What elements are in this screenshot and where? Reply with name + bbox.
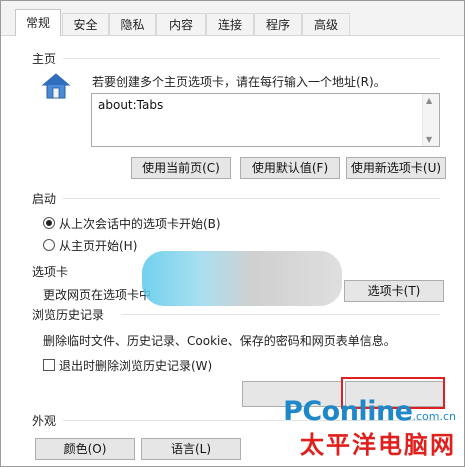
startup-section-title: 启动 — [32, 192, 57, 206]
watermark-domain: .com.cn — [412, 410, 456, 423]
tabs-section-title: 选项卡 — [32, 265, 69, 279]
homepage-address-value: about:Tabs — [98, 98, 164, 112]
watermark-brand: PConline — [283, 396, 413, 427]
watermark-chinese-name: 太平洋电脑网 — [300, 430, 456, 459]
tabs-settings-button[interactable]: 选项卡(T) — [344, 280, 444, 302]
tab-privacy[interactable]: 隐私 — [109, 13, 156, 35]
tab-security[interactable]: 安全 — [62, 13, 109, 35]
startup-last-session-radio[interactable] — [43, 217, 55, 229]
homepage-section-title: 主页 — [32, 52, 57, 66]
scroll-up-icon[interactable]: ▲ — [426, 96, 432, 105]
startup-last-session-label: 从上次会话中的选项卡开始(B) — [59, 217, 221, 231]
use-current-page-button[interactable]: 使用当前页(C) — [131, 157, 231, 179]
scroll-down-icon[interactable]: ▼ — [426, 135, 432, 144]
homepage-description: 若要创建多个主页选项卡，请在每行输入一个地址(R)。 — [92, 75, 386, 89]
history-divider — [121, 314, 440, 315]
appearance-section-title: 外观 — [32, 414, 57, 428]
history-description: 删除临时文件、历史记录、Cookie、保存的密码和网页表单信息。 — [43, 334, 396, 348]
tabs-section-description: 更改网页在选项卡中 — [43, 288, 152, 302]
startup-home-radio[interactable] — [43, 239, 55, 251]
startup-home-label: 从主页开始(H) — [59, 239, 138, 253]
internet-options-dialog: 常规 安全 隐私 内容 连接 程序 高级 主页 若要创建多个主页选项卡，请在每行… — [0, 0, 465, 467]
homepage-divider — [63, 58, 440, 59]
tab-general[interactable]: 常规 — [15, 9, 61, 36]
pconline-watermark: PConline.com.cn 太平洋电脑网 — [283, 396, 456, 460]
use-default-button[interactable]: 使用默认值(F) — [240, 157, 340, 179]
delete-on-exit-checkbox[interactable] — [43, 359, 55, 371]
delete-on-exit-label: 退出时删除浏览历史记录(W) — [59, 359, 213, 373]
blurred-overlay — [142, 251, 342, 306]
tab-advanced[interactable]: 高级 — [302, 13, 350, 35]
startup-divider — [63, 198, 440, 199]
colors-button[interactable]: 颜色(O) — [35, 438, 135, 460]
tab-bar: 常规 安全 隐私 内容 连接 程序 高级 — [1, 1, 464, 36]
tab-programs[interactable]: 程序 — [254, 13, 302, 35]
tab-content[interactable]: 内容 — [156, 13, 206, 35]
tab-connections[interactable]: 连接 — [206, 13, 254, 35]
languages-button[interactable]: 语言(L) — [141, 438, 241, 460]
history-section-title: 浏览历史记录 — [32, 308, 105, 322]
use-new-tab-button[interactable]: 使用新选项卡(U) — [346, 157, 446, 179]
house-icon — [41, 71, 71, 101]
textarea-scrollbar[interactable]: ▲ ▼ — [422, 94, 439, 146]
homepage-address-textarea[interactable]: about:Tabs ▲ ▼ — [91, 93, 440, 147]
